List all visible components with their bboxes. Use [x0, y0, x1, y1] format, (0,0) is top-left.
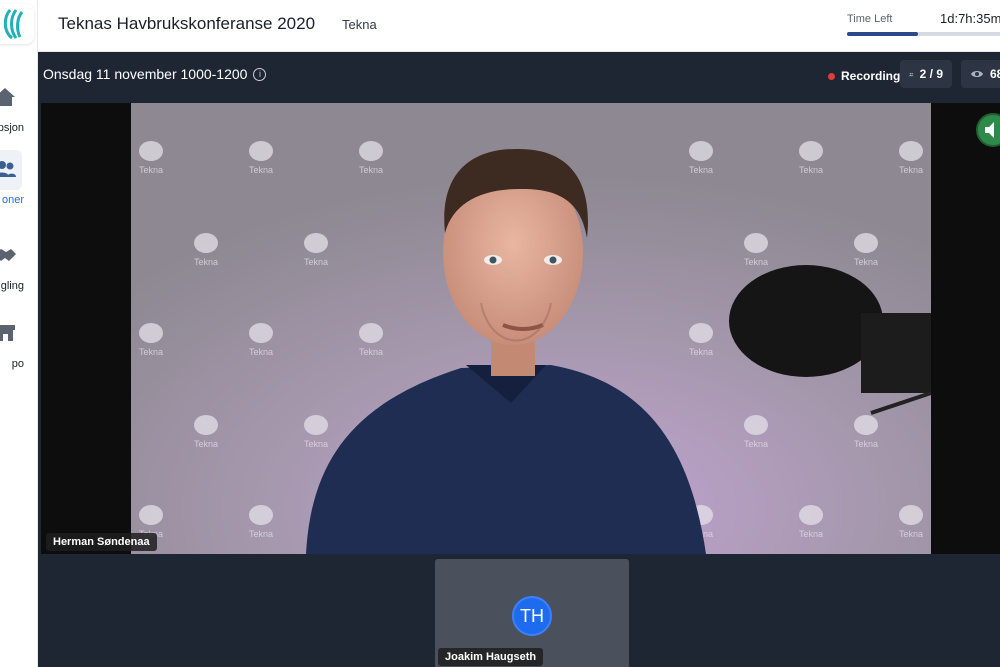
sidebar-item-expo[interactable]: po	[0, 314, 37, 378]
backdrop-logo: Tekna	[854, 415, 878, 449]
participants-count-button[interactable]: 2 / 9	[900, 60, 952, 88]
participant-tile[interactable]: TH Joakim Haugseth	[435, 559, 629, 667]
tekna-logo-icon	[3, 9, 24, 40]
backdrop-logo: Tekna	[359, 323, 383, 357]
eye-icon	[971, 71, 983, 77]
backdrop-logo: Tekna	[689, 323, 713, 357]
recording-dot-icon	[828, 72, 835, 80]
people-icon	[0, 161, 16, 177]
people-icon	[909, 72, 914, 76]
backdrop-logo-text: Tekna	[854, 439, 878, 449]
backdrop-logo: Tekna	[304, 233, 328, 267]
backdrop-logo-text: Tekna	[899, 529, 923, 539]
speaker-name-tag: Herman Søndenaa	[46, 533, 157, 551]
backdrop-logo: Tekna	[249, 505, 273, 539]
backdrop-logo: Tekna	[249, 141, 273, 175]
backdrop-logo-text: Tekna	[359, 347, 383, 357]
backdrop-logo-text: Tekna	[304, 439, 328, 449]
top-header: Teknas Havbrukskonferanse 2020 Tekna Tim…	[38, 0, 1000, 52]
backdrop-logo-text: Tekna	[744, 439, 768, 449]
backdrop-logo-text: Tekna	[249, 165, 273, 175]
session-area: Onsdag 11 november 1000-1200 i Recording…	[38, 52, 1000, 667]
backdrop-logo-text: Tekna	[304, 257, 328, 267]
backdrop-logo: Tekna	[799, 141, 823, 175]
backdrop-logo: Tekna	[689, 141, 713, 175]
avatar: TH	[512, 596, 552, 636]
time-left-label: Time Left	[847, 13, 893, 25]
session-time: Onsdag 11 november 1000-1200 i	[43, 66, 267, 82]
handshake-icon	[0, 249, 16, 261]
backdrop-logo-text: Tekna	[689, 165, 713, 175]
audio-toggle-button[interactable]	[976, 113, 1000, 147]
backdrop-logo: Tekna	[359, 141, 383, 175]
backdrop-logo: Tekna	[194, 415, 218, 449]
sidebar-item-networking[interactable]: gling	[0, 236, 37, 300]
backdrop-logo: Tekna	[799, 505, 823, 539]
microphone-mount	[861, 313, 931, 393]
organizer-name[interactable]: Tekna	[342, 17, 377, 32]
backdrop-logo: Tekna	[744, 233, 768, 267]
microphone	[729, 265, 883, 377]
sidebar-item-sessions[interactable]: oner	[0, 150, 37, 214]
backdrop-logo-text: Tekna	[899, 165, 923, 175]
viewers-count-button[interactable]: 68	[961, 60, 1000, 88]
speaker-video-frame: Tekna Tekna Tekna Tekna Tekna Tekna Tekna Tekna…	[41, 103, 1000, 554]
backdrop-logo: Tekna	[139, 323, 163, 357]
booth-icon	[0, 325, 15, 341]
time-left-value: 1d:7h:35m	[940, 11, 1000, 26]
backdrop-logo: Tekna	[304, 415, 328, 449]
backdrop-logo-text: Tekna	[689, 347, 713, 357]
backdrop-logo: Tekna	[194, 233, 218, 267]
sidebar-item-reception[interactable]: psjon	[0, 78, 37, 142]
backdrop-logo-text: Tekna	[799, 529, 823, 539]
backdrop-logo: Tekna	[139, 141, 163, 175]
sidebar-item-label: psjon	[0, 122, 24, 134]
backdrop-logo-text: Tekna	[799, 165, 823, 175]
home-icon	[0, 88, 15, 106]
time-left-progress	[847, 32, 1000, 36]
logo[interactable]	[0, 4, 34, 44]
backdrop-logo-text: Tekna	[194, 257, 218, 267]
backdrop-logo: Tekna	[744, 415, 768, 449]
participants-count: 2 / 9	[919, 67, 943, 81]
sidebar-item-label: oner	[1, 194, 24, 206]
backdrop-logo-text: Tekna	[359, 165, 383, 175]
sidebar-item-label: gling	[0, 280, 24, 292]
backdrop-logo: Tekna	[899, 505, 923, 539]
backdrop-logo-text: Tekna	[139, 347, 163, 357]
speaker-volume-icon	[985, 122, 994, 138]
sidebar: psjon oner gling po	[0, 0, 38, 667]
backdrop-logo-text: Tekna	[854, 257, 878, 267]
backdrop-logo-text: Tekna	[249, 347, 273, 357]
participant-name-tag: Joakim Haugseth	[438, 648, 544, 666]
backdrop-logo-text: Tekna	[249, 529, 273, 539]
backdrop-logo: Tekna	[854, 233, 878, 267]
time-left-progress-fill	[847, 32, 919, 36]
backdrop-logo: Tekna	[899, 141, 923, 175]
sidebar-item-label: po	[11, 358, 24, 370]
backdrop-logo-text: Tekna	[194, 439, 218, 449]
recording-indicator: Recording	[828, 65, 900, 87]
backdrop-logo-text: Tekna	[139, 165, 163, 175]
recording-label: Recording	[841, 69, 901, 83]
backdrop-logo: Tekna	[249, 323, 273, 357]
event-title: Teknas Havbrukskonferanse 2020	[58, 14, 316, 33]
viewers-count: 68	[990, 67, 1000, 81]
session-time-label: Onsdag 11 november 1000-1200	[43, 66, 248, 82]
speaker-video[interactable]: Tekna Tekna Tekna Tekna Tekna Tekna Tekna Tekna…	[41, 103, 1000, 554]
info-icon[interactable]: i	[253, 67, 267, 81]
backdrop-logo-text: Tekna	[744, 257, 768, 267]
